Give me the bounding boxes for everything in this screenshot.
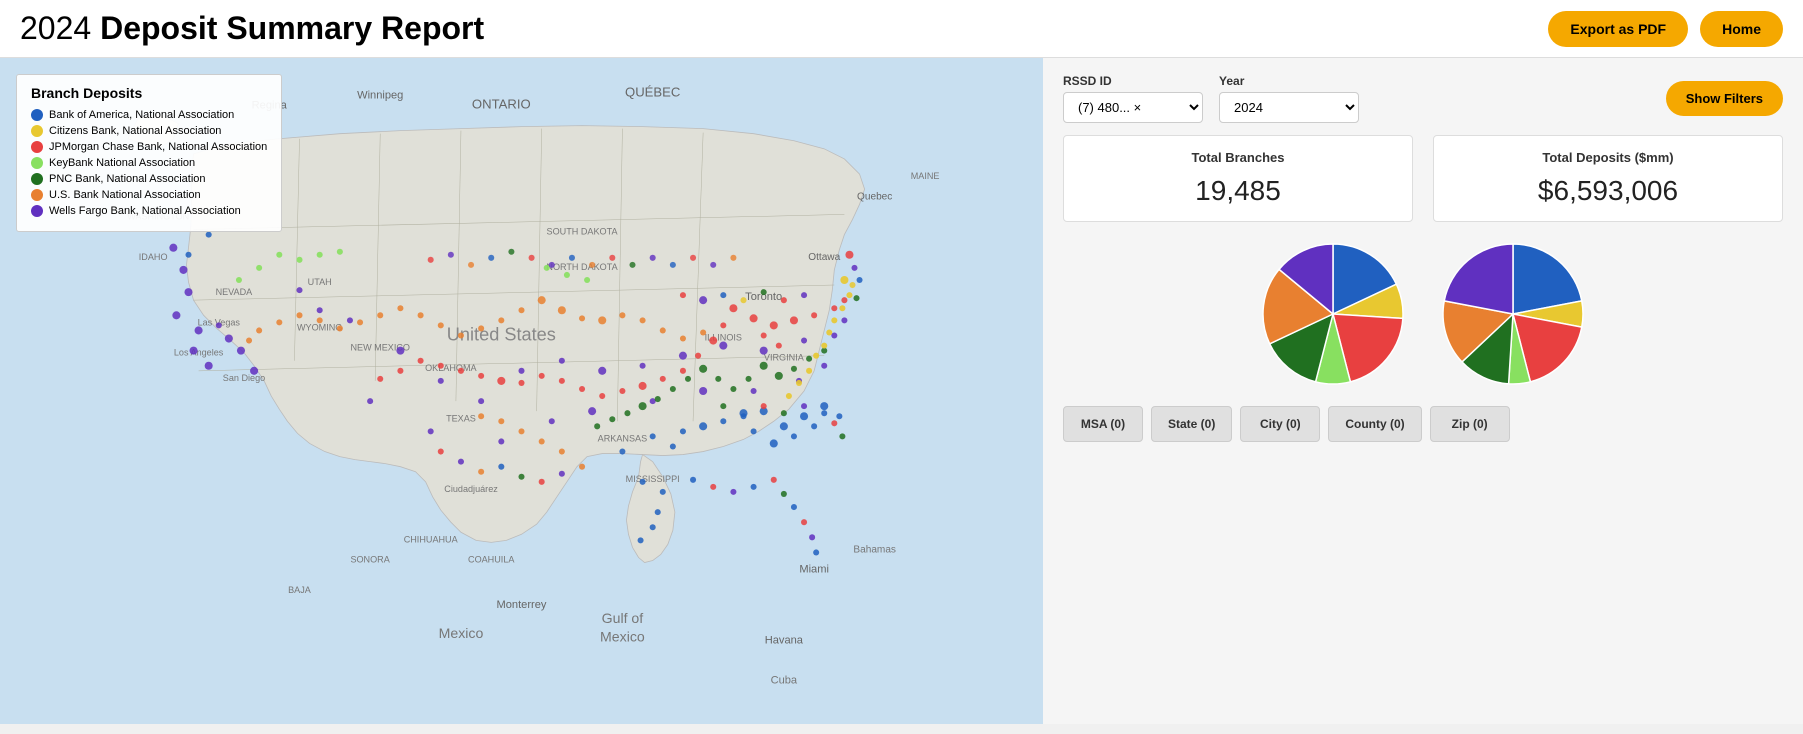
svg-text:SONORA: SONORA	[350, 555, 390, 565]
svg-text:TEXAS: TEXAS	[446, 413, 476, 423]
map-legend: Branch Deposits Bank of America, Nationa…	[16, 74, 282, 232]
year-label: Year	[1219, 74, 1359, 88]
legend-item: Citizens Bank, National Association	[31, 125, 267, 137]
branches-stat-box: Total Branches 19,485	[1063, 135, 1413, 222]
svg-text:Los Angeles: Los Angeles	[174, 348, 224, 358]
deposits-stat-box: Total Deposits ($mm) $6,593,006	[1433, 135, 1783, 222]
legend-item: Bank of America, National Association	[31, 109, 267, 121]
year-select[interactable]: 2024	[1219, 92, 1359, 123]
branches-label: Total Branches	[1084, 150, 1392, 165]
legend-dot	[31, 109, 43, 121]
legend-item-label: U.S. Bank National Association	[49, 189, 201, 201]
year-filter-group: Year 2024	[1219, 74, 1359, 123]
svg-text:NORTH DAKOTA: NORTH DAKOTA	[546, 262, 618, 272]
stats-row: Total Branches 19,485 Total Deposits ($m…	[1063, 135, 1783, 222]
export-pdf-button[interactable]: Export as PDF	[1548, 11, 1688, 47]
svg-text:UTAH: UTAH	[308, 277, 332, 287]
svg-text:Miami: Miami	[799, 564, 829, 576]
svg-text:Havana: Havana	[765, 634, 804, 646]
legend-item-label: Bank of America, National Association	[49, 109, 234, 121]
svg-text:Cuba: Cuba	[771, 675, 798, 687]
title-main: Deposit Summary Report	[100, 10, 484, 46]
right-panel: RSSD ID (7) 480... × Year 2024 Show Filt…	[1043, 58, 1803, 724]
legend-dot	[31, 125, 43, 137]
legend-title: Branch Deposits	[31, 85, 267, 101]
svg-text:MISSISSIPPI: MISSISSIPPI	[626, 474, 680, 484]
page-title: 2024 Deposit Summary Report	[20, 10, 484, 47]
filter-tab[interactable]: MSA (0)	[1063, 406, 1143, 442]
svg-text:ONTARIO: ONTARIO	[472, 96, 531, 111]
svg-text:WYOMING: WYOMING	[297, 322, 342, 332]
branches-pie-container	[1253, 234, 1413, 394]
top-buttons: Export as PDF Home	[1548, 11, 1783, 47]
main-layout: ONTARIO QUÉBEC Regina Winnipeg United St…	[0, 58, 1803, 724]
filter-tab[interactable]: State (0)	[1151, 406, 1232, 442]
charts-row	[1063, 234, 1783, 394]
legend-item: JPMorgan Chase Bank, National Associatio…	[31, 141, 267, 153]
svg-text:OKLAHOMA: OKLAHOMA	[425, 363, 477, 373]
rssd-select[interactable]: (7) 480... ×	[1063, 92, 1203, 123]
filter-tab[interactable]: City (0)	[1240, 406, 1320, 442]
title-prefix: 2024	[20, 10, 100, 46]
svg-text:CHIHUAHUA: CHIHUAHUA	[404, 534, 459, 544]
legend-dot	[31, 205, 43, 217]
filter-tabs: MSA (0)State (0)City (0)County (0)Zip (0…	[1063, 406, 1783, 442]
svg-text:Quebec: Quebec	[857, 191, 892, 202]
legend-item-label: JPMorgan Chase Bank, National Associatio…	[49, 141, 267, 153]
home-button[interactable]: Home	[1700, 11, 1783, 47]
svg-text:VIRGINIA: VIRGINIA	[764, 353, 805, 363]
filter-tab[interactable]: County (0)	[1328, 406, 1421, 442]
svg-text:SOUTH DAKOTA: SOUTH DAKOTA	[547, 227, 619, 237]
legend-item: U.S. Bank National Association	[31, 189, 267, 201]
branches-pie-chart	[1253, 234, 1413, 394]
svg-text:MAINE: MAINE	[911, 171, 940, 181]
map-section: ONTARIO QUÉBEC Regina Winnipeg United St…	[0, 58, 1043, 724]
legend-dot	[31, 173, 43, 185]
deposits-label: Total Deposits ($mm)	[1454, 150, 1762, 165]
legend-item-label: KeyBank National Association	[49, 157, 195, 169]
svg-text:Ottawa: Ottawa	[808, 252, 840, 263]
legend-item: PNC Bank, National Association	[31, 173, 267, 185]
legend-item: Wells Fargo Bank, National Association	[31, 205, 267, 217]
top-bar: 2024 Deposit Summary Report Export as PD…	[0, 0, 1803, 58]
legend-item-label: PNC Bank, National Association	[49, 173, 206, 185]
legend-item-label: Wells Fargo Bank, National Association	[49, 205, 241, 217]
svg-text:IDAHO: IDAHO	[139, 252, 168, 262]
svg-text:Ciudadjuárez: Ciudadjuárez	[444, 484, 498, 494]
svg-text:QUÉBEC: QUÉBEC	[625, 84, 680, 99]
svg-text:Monterrey: Monterrey	[497, 599, 547, 611]
branches-value: 19,485	[1084, 175, 1392, 207]
legend-dot	[31, 189, 43, 201]
deposits-value: $6,593,006	[1454, 175, 1762, 207]
legend-item: KeyBank National Association	[31, 157, 267, 169]
filter-tab[interactable]: Zip (0)	[1430, 406, 1510, 442]
legend-dot	[31, 141, 43, 153]
deposits-pie-chart	[1433, 234, 1593, 394]
legend-item-label: Citizens Bank, National Association	[49, 125, 221, 137]
svg-text:NEVADA: NEVADA	[216, 287, 254, 297]
svg-text:Gulf of: Gulf of	[602, 610, 644, 626]
svg-text:Mexico: Mexico	[600, 628, 645, 644]
svg-text:Bahamas: Bahamas	[853, 544, 896, 555]
legend-dot	[31, 157, 43, 169]
svg-text:Winnipeg: Winnipeg	[357, 89, 403, 101]
deposits-pie-container	[1433, 234, 1593, 394]
rssd-label: RSSD ID	[1063, 74, 1203, 88]
svg-text:COAHUILA: COAHUILA	[468, 555, 515, 565]
filter-row: RSSD ID (7) 480... × Year 2024 Show Filt…	[1063, 74, 1783, 123]
svg-text:BAJA: BAJA	[288, 585, 312, 595]
svg-text:San Diego: San Diego	[223, 373, 265, 383]
svg-text:ARKANSAS: ARKANSAS	[598, 433, 647, 443]
svg-text:Mexico: Mexico	[439, 625, 484, 641]
show-filters-button[interactable]: Show Filters	[1666, 81, 1783, 116]
rssd-filter-group: RSSD ID (7) 480... ×	[1063, 74, 1203, 123]
